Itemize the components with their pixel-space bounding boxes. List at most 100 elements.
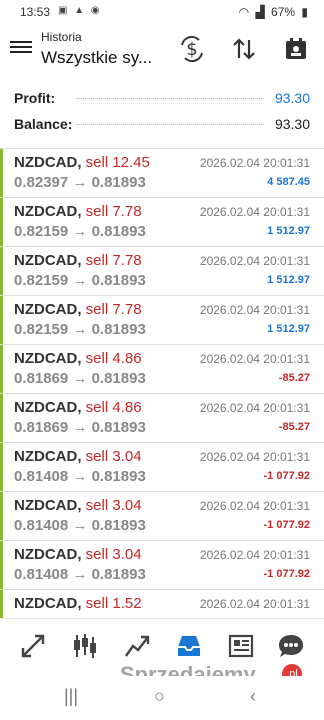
trade-status-bar (0, 590, 3, 619)
balance-label: Balance: (14, 116, 73, 132)
trade-row[interactable]: NZDCAD, sell 3.04 0.81408 → 0.81893 2026… (0, 492, 324, 541)
back-button[interactable]: ‹ (250, 686, 256, 707)
trade-symbol: NZDCAD, (14, 595, 82, 612)
trade-status-bar (0, 492, 3, 540)
trade-profit: 1 512.97 (267, 323, 310, 335)
trade-title: NZDCAD, sell 4.86 (14, 350, 142, 367)
trade-symbol: NZDCAD, (14, 546, 82, 563)
trade-row[interactable]: NZDCAD, sell 4.86 0.81869 → 0.81893 2026… (0, 394, 324, 443)
trade-symbol: NZDCAD, (14, 497, 82, 514)
news-icon[interactable] (224, 631, 258, 665)
trade-price-open: 0.82159 (14, 272, 69, 289)
history-line-icon[interactable] (120, 631, 154, 665)
calendar-period-icon[interactable] (282, 36, 310, 64)
trade-prices: 0.81408 → 0.81893 (14, 517, 146, 534)
battery-icon: ▮ (301, 5, 308, 19)
trade-symbol: NZDCAD, (14, 203, 82, 220)
trade-status-bar (0, 394, 3, 442)
trade-price-close: 0.81893 (91, 370, 146, 387)
chart-candles-icon[interactable] (68, 631, 102, 665)
inbox-icon[interactable] (172, 631, 206, 665)
trade-title: NZDCAD, sell 4.86 (14, 399, 142, 416)
profit-label: Profit: (14, 90, 56, 106)
trade-arrow: → (72, 517, 88, 534)
trade-prices: 0.81408 → 0.81893 (14, 468, 146, 485)
trade-price-open: 0.81869 (14, 419, 69, 436)
trade-price-close: 0.81893 (91, 272, 146, 289)
trade-status-bar (0, 296, 3, 344)
trade-title: NZDCAD, sell 1.52 (14, 595, 142, 612)
trade-time: 2026.02.04 20:01:31 (199, 254, 310, 268)
trade-time: 2026.02.04 20:01:31 (199, 597, 310, 611)
trade-arrow: → (72, 174, 88, 191)
status-time: 13:53 (20, 5, 51, 19)
trade-arrow: → (72, 321, 88, 338)
trade-time: 2026.02.04 20:01:31 (199, 450, 310, 464)
home-button[interactable]: ○ (154, 686, 165, 707)
trade-price-open: 0.81869 (14, 370, 69, 387)
recents-button[interactable]: ||| (64, 686, 78, 707)
signal-icon: ▟ (255, 5, 265, 19)
chat-icon[interactable] (274, 631, 308, 665)
trade-symbol: NZDCAD, (14, 350, 82, 367)
trade-profit: -1 077.92 (263, 568, 310, 580)
trade-title: NZDCAD, sell 7.78 (14, 252, 142, 269)
trade-symbol: NZDCAD, (14, 399, 82, 416)
trade-price-open: 0.81408 (14, 517, 69, 534)
trade-row[interactable]: NZDCAD, sell 7.78 0.82159 → 0.81893 2026… (0, 198, 324, 247)
trade-side: sell 4.86 (85, 399, 142, 416)
trade-price-close: 0.81893 (91, 223, 146, 240)
trade-side: sell 7.78 (85, 301, 142, 318)
trade-arrow: → (72, 223, 88, 240)
trade-row[interactable]: NZDCAD, sell 7.78 0.82159 → 0.81893 2026… (0, 296, 324, 345)
trade-row[interactable]: NZDCAD, sell 3.04 0.81408 → 0.81893 2026… (0, 541, 324, 590)
trade-side: sell 3.04 (85, 546, 142, 563)
status-right: ◠ ▟ 67% ▮ (236, 5, 308, 19)
trade-price-open: 0.82159 (14, 321, 69, 338)
trade-profit: -85.27 (278, 372, 310, 384)
trade-row[interactable]: NZDCAD, sell 3.04 0.81408 → 0.81893 2026… (0, 443, 324, 492)
trade-row[interactable]: NZDCAD, sell 1.52 0.81379 → 0.81893 2026… (0, 590, 324, 619)
header-title[interactable]: Wszystkie sy... (41, 48, 152, 68)
trade-price-close: 0.81893 (91, 419, 146, 436)
trade-symbol: NZDCAD, (14, 448, 82, 465)
symbol-filter-icon[interactable]: $ (178, 35, 206, 64)
trade-row[interactable]: NZDCAD, sell 4.86 0.81869 → 0.81893 2026… (0, 345, 324, 394)
summary-panel: Profit: 93.30 Balance: 93.30 (0, 84, 324, 136)
trade-row[interactable]: NZDCAD, sell 7.78 0.82159 → 0.81893 2026… (0, 247, 324, 296)
trade-price-close: 0.81893 (91, 566, 146, 583)
trade-status-bar (0, 443, 3, 491)
svg-text:$: $ (186, 39, 197, 60)
trade-title: NZDCAD, sell 7.78 (14, 301, 142, 318)
trade-status-bar (0, 247, 3, 295)
trade-symbol: NZDCAD, (14, 301, 82, 318)
trade-price-open: 0.82159 (14, 223, 69, 240)
trade-list[interactable]: NZDCAD, sell 12.45 0.82397 → 0.81893 202… (0, 148, 324, 619)
sort-icon[interactable] (230, 36, 258, 64)
trade-price-close: 0.81893 (91, 174, 146, 191)
trade-profit: -85.27 (278, 421, 310, 433)
trade-icon[interactable] (16, 631, 50, 665)
trade-side: sell 3.04 (85, 448, 142, 465)
trade-title: NZDCAD, sell 3.04 (14, 448, 142, 465)
trade-time: 2026.02.04 20:01:31 (199, 548, 310, 562)
trade-price-open: 0.81408 (14, 566, 69, 583)
trade-time: 2026.02.04 20:01:31 (199, 303, 310, 317)
trade-price-close: 0.81893 (91, 517, 146, 534)
trade-price-close: 0.81893 (91, 321, 146, 338)
system-navigation: ||| ○ ‹ (0, 676, 324, 720)
profit-row: Profit: 93.30 (0, 84, 324, 110)
balance-value: 93.30 (274, 116, 310, 132)
trade-arrow: → (72, 370, 88, 387)
trade-profit: 4 587.45 (267, 176, 310, 188)
trade-side: sell 12.45 (85, 154, 150, 171)
trade-status-bar (0, 198, 3, 246)
trade-symbol: NZDCAD, (14, 252, 82, 269)
trade-arrow: → (72, 468, 88, 485)
trade-price-close: 0.81893 (91, 468, 146, 485)
trade-arrow: → (72, 566, 88, 583)
hamburger-menu-icon[interactable] (10, 38, 32, 56)
trade-row[interactable]: NZDCAD, sell 12.45 0.82397 → 0.81893 202… (0, 149, 324, 198)
trade-prices: 0.81408 → 0.81893 (14, 566, 146, 583)
trade-time: 2026.02.04 20:01:31 (199, 156, 310, 170)
